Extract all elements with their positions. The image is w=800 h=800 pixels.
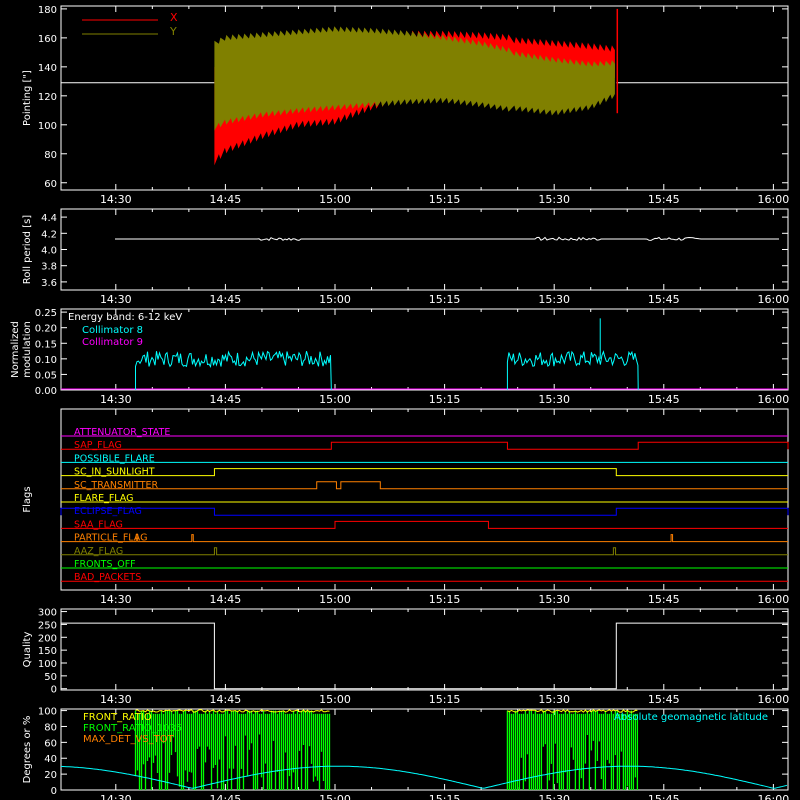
geomag-x-tick-label: 14:30: [100, 793, 132, 800]
roll-x-tick-label: 16:00: [758, 293, 790, 306]
modulation-y-label-line2: modulation: [22, 321, 33, 378]
pointing-x-tick-label: 14:45: [210, 193, 242, 206]
flags-x-tick-label: 16:00: [758, 593, 790, 606]
roll-y-tick-label: 4.2: [41, 229, 57, 240]
geomag-x-tick-label: 15:30: [538, 793, 570, 800]
geomag-y-tick-label: 80: [44, 722, 57, 733]
roll-y-tick-label: 4.0: [41, 246, 57, 257]
quality-y-label: Quality: [22, 632, 33, 668]
modulation-legend-label: Collimator 8: [82, 325, 143, 336]
quality-x-tick-label: 16:00: [758, 693, 790, 706]
flags-x-tick-label: 15:30: [538, 593, 570, 606]
pointing-y-tick-label: 80: [44, 150, 57, 161]
pointing-legend-label: Y: [169, 25, 177, 38]
quality-x-tick-label: 14:30: [100, 693, 132, 706]
roll-x-tick-label: 15:00: [319, 293, 351, 306]
roll-y-label: Roll period [s]: [22, 215, 33, 284]
pointing-legend-label: X: [170, 11, 178, 24]
quality-y-tick-label: 300: [38, 608, 57, 619]
modulation-y-label-line1: Normalized: [10, 321, 21, 378]
geomag-y-tick-label: 100: [38, 707, 57, 718]
roll-x-tick-label: 15:30: [538, 293, 570, 306]
geomag-y-tick-label: 20: [44, 770, 57, 781]
modulation-x-tick-label: 14:30: [100, 393, 132, 406]
quality-x-tick-label: 15:45: [648, 693, 680, 706]
roll-x-tick-label: 14:30: [100, 293, 132, 306]
qa-summary-figure: 14:30 14:45 15:00 15:15 15:30 15:45 16:00 60 80 1…: [0, 0, 800, 800]
modulation-annotation: Energy band: 6-12 keV: [68, 312, 182, 323]
geomag-y-label: Degrees or %: [22, 716, 33, 784]
quality-y-tick-label: 50: [44, 672, 57, 683]
pointing-y-tick-label: 180: [38, 5, 57, 16]
pointing-y-tick-label: 160: [38, 34, 57, 45]
geomag-y-tick-label: 0: [51, 786, 57, 797]
roll-x-tick-label: 15:15: [429, 293, 461, 306]
geomag-x-tick-label: 16:00: [758, 793, 790, 800]
modulation-x-tick-label: 15:45: [648, 393, 680, 406]
modulation-y-tick-label: 0.10: [35, 355, 57, 366]
quality-y-tick-label: 250: [38, 620, 57, 631]
pointing-x-tick-label: 14:30: [100, 193, 132, 206]
roll-x-tick-label: 14:45: [210, 293, 242, 306]
pointing-y-tick-label: 120: [38, 92, 57, 103]
geomag-legend-label: FRONT_RATIO_1035: [83, 723, 182, 734]
pointing-y-label: Pointing ["]: [22, 70, 33, 126]
pointing-x-tick-label: 15:30: [538, 193, 570, 206]
quality-x-tick-label: 15:15: [429, 693, 461, 706]
pointing-x-tick-label: 15:00: [319, 193, 351, 206]
geomag-y-tick-label: 40: [44, 754, 57, 765]
flags-x-tick-label: 14:45: [210, 593, 242, 606]
quality-x-tick-label: 14:45: [210, 693, 242, 706]
pointing-x-tick-label: 15:15: [429, 193, 461, 206]
geomag-x-tick-label: 15:00: [319, 793, 351, 800]
roll-y-tick-label: 3.6: [41, 278, 57, 289]
modulation-y-tick-label: 0.25: [35, 308, 57, 319]
quality-y-tick-label: 0: [51, 685, 57, 696]
quality-y-tick-label: 200: [38, 633, 57, 644]
geomag-x-tick-label: 14:45: [210, 793, 242, 800]
flags-x-tick-label: 14:30: [100, 593, 132, 606]
flags-y-label: Flags: [22, 486, 33, 512]
quality-x-tick-label: 15:00: [319, 693, 351, 706]
pointing-x-tick-label: 15:45: [648, 193, 680, 206]
pointing-y-tick-label: 100: [38, 121, 57, 132]
modulation-y-tick-label: 0.05: [35, 370, 57, 381]
pointing-y-tick-label: 140: [38, 63, 57, 74]
modulation-legend-label: Collimator 9: [82, 337, 143, 348]
geomag-y-tick-label: 60: [44, 738, 57, 749]
flags-x-tick-label: 15:15: [429, 593, 461, 606]
quality-y-tick-label: 100: [38, 659, 57, 670]
modulation-y-tick-label: 0.15: [35, 339, 57, 350]
pointing-y-tick-label: 60: [44, 179, 57, 190]
flags-x-tick-label: 15:00: [319, 593, 351, 606]
modulation-x-tick-label: 15:15: [429, 393, 461, 406]
roll-y-tick-label: 4.4: [41, 213, 57, 224]
roll-x-tick-label: 15:45: [648, 293, 680, 306]
geomag-legend-label: FRONT_RATIO: [83, 712, 152, 723]
modulation-y-tick-label: 0.20: [35, 324, 57, 335]
modulation-x-tick-label: 15:30: [538, 393, 570, 406]
geomag-legend-label: MAX_DET_VS_TOT: [83, 734, 175, 745]
geomag-legend-right: Absolute geomagnetic latitude: [614, 712, 768, 723]
flags-x-tick-label: 15:45: [648, 593, 680, 606]
quality-y-tick-label: 150: [38, 646, 57, 657]
roll-y-tick-label: 3.8: [41, 262, 57, 273]
modulation-x-tick-label: 14:45: [210, 393, 242, 406]
modulation-x-tick-label: 15:00: [319, 393, 351, 406]
modulation-y-tick-label: 0.00: [35, 386, 57, 397]
geomag-x-tick-label: 15:45: [648, 793, 680, 800]
geomag-x-tick-label: 15:15: [429, 793, 461, 800]
quality-x-tick-label: 15:30: [538, 693, 570, 706]
pointing-x-tick-label: 16:00: [758, 193, 790, 206]
modulation-x-tick-label: 16:00: [758, 393, 790, 406]
